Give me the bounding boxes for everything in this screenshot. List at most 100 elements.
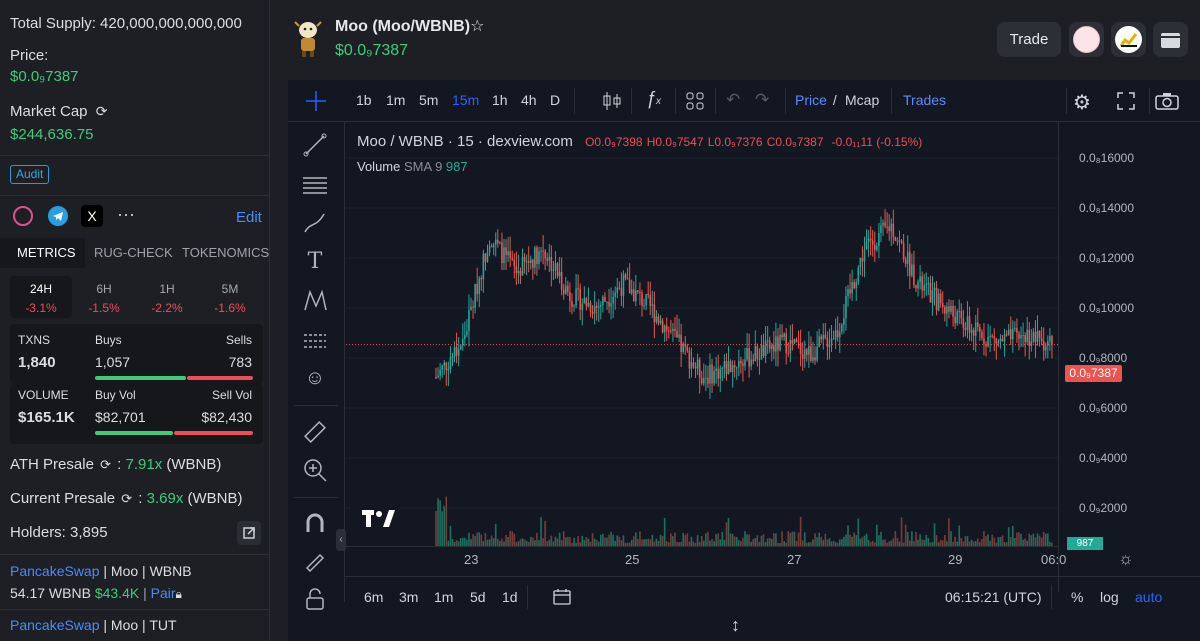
prediction-tool-icon[interactable]: [302, 327, 328, 353]
trades-toggle[interactable]: Trades: [903, 92, 946, 108]
volume-bar: [478, 532, 481, 546]
website-globe-icon[interactable]: [13, 206, 33, 226]
pair1-link[interactable]: Pair: [151, 585, 176, 601]
unlock-icon[interactable]: [302, 586, 328, 612]
telegram-icon[interactable]: [48, 206, 68, 226]
camera-snapshot-icon[interactable]: [1155, 92, 1179, 113]
candle-body: [703, 378, 705, 384]
candle-body: [806, 349, 808, 355]
volume-bar: [768, 537, 771, 546]
trade-button[interactable]: Trade: [997, 22, 1061, 57]
tf-1h[interactable]: 1H: [136, 282, 198, 296]
pair2-dex-link[interactable]: PancakeSwap: [10, 617, 100, 633]
volume-bar: [762, 534, 765, 546]
range-5d[interactable]: 5d: [470, 589, 486, 605]
volume-bar: [954, 536, 956, 546]
refresh-icon[interactable]: ⟳: [121, 491, 132, 506]
refresh-icon[interactable]: ⟳: [96, 103, 108, 119]
audit-badge[interactable]: Audit: [10, 165, 50, 184]
more-icon[interactable]: ···: [117, 204, 135, 225]
interval-d[interactable]: D: [550, 92, 560, 108]
volume-value: $165.1K: [18, 409, 75, 426]
price-axis[interactable]: 0.0₈16000 0.0₈14000 0.0₈12000 0.0₈10000 …: [1058, 122, 1200, 592]
volume-bar: [803, 532, 806, 546]
wallet-app-icon[interactable]: [1111, 22, 1146, 57]
range-3m[interactable]: 3m: [399, 589, 418, 605]
tab-rug-check[interactable]: RUG-CHECK: [94, 245, 173, 260]
buy-vol-value: $82,701: [95, 409, 146, 425]
lock-drawings-icon[interactable]: [302, 548, 328, 574]
redo-icon[interactable]: ↷: [755, 90, 769, 110]
candle-body: [670, 330, 672, 332]
price-chart[interactable]: [346, 122, 1058, 546]
candle-body: [700, 377, 703, 384]
collapse-toolbar-icon[interactable]: ‹: [336, 529, 346, 551]
candle-body: [824, 334, 827, 338]
wallet-icon[interactable]: [1153, 22, 1188, 57]
pair1-dex-link[interactable]: PancakeSwap: [10, 563, 100, 579]
volume-bar: [581, 535, 584, 546]
external-link-icon[interactable]: [237, 521, 261, 545]
pattern-tool-icon[interactable]: [302, 288, 328, 314]
tab-tokenomics[interactable]: TOKENOMICS: [182, 245, 269, 260]
tradingview-logo[interactable]: [350, 504, 400, 536]
tf-24h[interactable]: 24H: [10, 282, 72, 296]
candle-body: [653, 304, 656, 322]
volume-bar: [632, 536, 635, 546]
crosshair-tool-icon[interactable]: [302, 90, 330, 112]
volume-bar: [670, 533, 672, 546]
range-6m[interactable]: 6m: [364, 589, 383, 605]
pink-avatar-icon[interactable]: [1069, 22, 1104, 57]
price-toggle[interactable]: Price: [795, 92, 827, 108]
trend-line-tool-icon[interactable]: [302, 132, 328, 158]
emoji-tool-icon[interactable]: ☺: [302, 365, 328, 391]
refresh-icon[interactable]: ⟳: [100, 457, 111, 472]
tab-metrics[interactable]: METRICS: [17, 245, 76, 260]
tf-6h[interactable]: 6H: [73, 282, 135, 296]
resize-handle-icon[interactable]: ↕: [731, 615, 740, 636]
interval-15m[interactable]: 15m: [452, 92, 479, 108]
text-tool-icon[interactable]: T: [302, 249, 328, 275]
settings-gear-icon[interactable]: ⚙: [1073, 90, 1091, 115]
brush-tool-icon[interactable]: [302, 210, 328, 236]
candle-body: [550, 256, 553, 271]
percent-toggle[interactable]: %: [1071, 589, 1083, 605]
x-twitter-icon[interactable]: X: [81, 205, 103, 227]
chart-panel: 1b 1m 5m 15m 1h 4h D ƒx ↶ ↷ Price / Mcap…: [288, 80, 1200, 641]
mcap-toggle[interactable]: Mcap: [845, 92, 879, 108]
candle-body: [939, 293, 942, 304]
magnet-icon[interactable]: [302, 510, 328, 536]
range-1d[interactable]: 1d: [502, 589, 518, 605]
candle-body: [933, 287, 936, 291]
zoom-in-icon[interactable]: [302, 457, 328, 483]
auto-toggle[interactable]: auto: [1135, 589, 1162, 605]
chart-theme-icon[interactable]: ☼: [1118, 549, 1134, 569]
favorite-star-icon[interactable]: ☆: [470, 18, 484, 35]
candle-body: [560, 272, 563, 290]
candle-body: [517, 270, 520, 274]
candles-type-icon[interactable]: [602, 90, 622, 115]
date-range-icon[interactable]: [552, 588, 572, 609]
interval-1b[interactable]: 1b: [356, 92, 372, 108]
range-1m[interactable]: 1m: [434, 589, 453, 605]
volume-label: VOLUME: [18, 388, 69, 402]
log-toggle[interactable]: log: [1100, 589, 1119, 605]
interval-1m[interactable]: 1m: [386, 92, 405, 108]
candle-body: [950, 305, 952, 312]
tf-5m[interactable]: 5M: [199, 282, 261, 296]
fullscreen-icon[interactable]: [1116, 91, 1136, 114]
volume-bar: [672, 536, 674, 546]
candle-body: [999, 338, 1002, 342]
undo-icon[interactable]: ↶: [726, 90, 740, 110]
layout-grid-icon[interactable]: [686, 92, 704, 113]
utc-time[interactable]: 06:15:21 (UTC): [945, 589, 1041, 605]
ruler-tool-icon[interactable]: [302, 419, 328, 445]
indicators-fx-icon[interactable]: ƒx: [646, 88, 661, 109]
horizontal-lines-tool-icon[interactable]: [302, 172, 328, 198]
interval-5m[interactable]: 5m: [419, 92, 438, 108]
candle-body: [834, 330, 837, 340]
interval-4h[interactable]: 4h: [521, 92, 537, 108]
candle-body: [1030, 341, 1033, 346]
edit-link[interactable]: Edit: [236, 209, 262, 226]
interval-1h[interactable]: 1h: [492, 92, 508, 108]
